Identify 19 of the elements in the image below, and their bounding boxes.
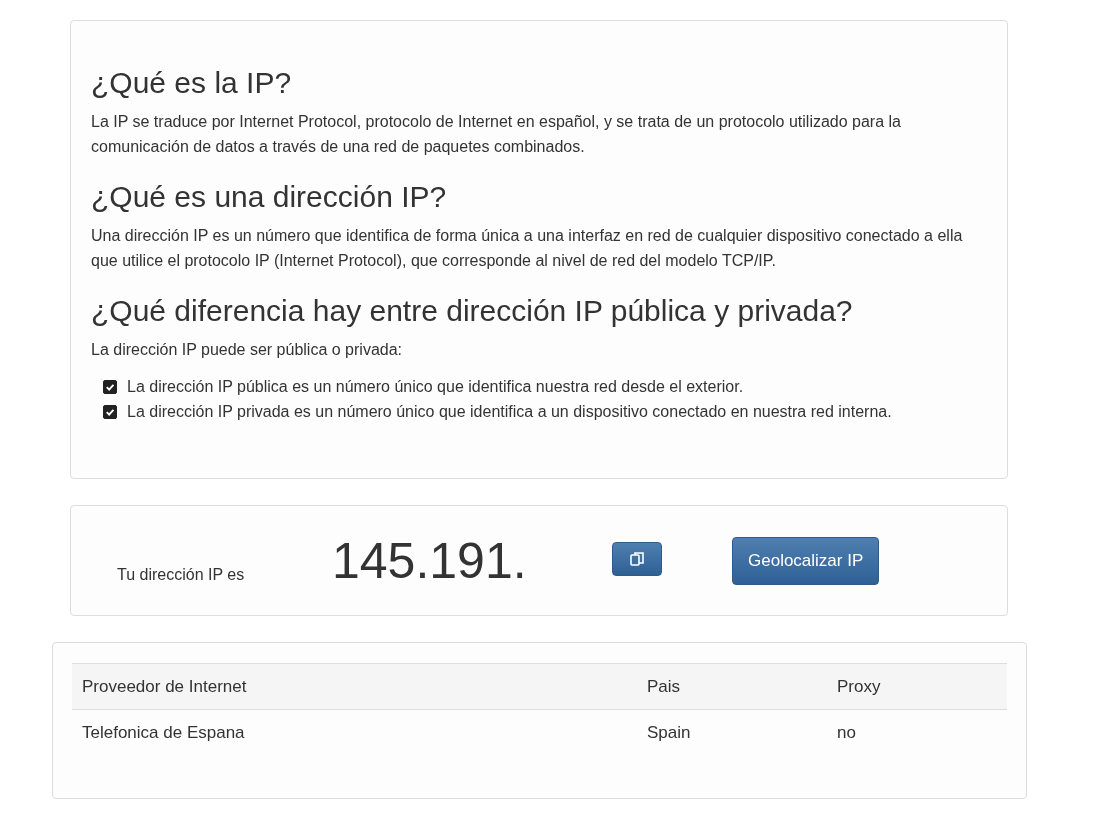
list-item-text: La dirección IP pública es un número único que identifica nuestra red desde el exterior. [127,377,744,397]
copy-icon [629,550,645,567]
section-heading: ¿Qué es una dirección IP? [91,179,448,215]
column-header: Proxy [827,663,1007,710]
column-header: Pais [637,663,827,710]
copy-button[interactable] [612,541,662,576]
paragraph: La dirección IP puede ser pública o privada: [91,340,403,360]
column-header: Proveedor de Internet [72,663,637,710]
ip-label: Tu dirección IP es [117,565,246,584]
section-heading: ¿Qué es la IP? [91,65,293,101]
list-item-text: La dirección IP privada es un número único que identifica a un dispositivo conectado en nuestra red interna. [127,402,892,422]
paragraph: Una dirección IP es un número que identifica de forma única a una interfaz en red de cualquier dispositivo conectado a ella que utilice el protocolo IP (Internet Protocol), que corresponde al nivel de red del modelo TCP/IP. [91,226,964,271]
table-cell: Spain [637,709,827,755]
table-cell: Telefonica de Espana [72,709,637,755]
paragraph: La IP se traduce por Internet Protocol, protocolo de Internet en español, y se trata de un protocolo utilizado para la comunicación de datos a través de una red de paquetes combinados. [91,112,902,157]
geolocate-button[interactable]: Geolocalizar IP [732,536,880,585]
section-heading: ¿Qué diferencia hay entre dirección IP pública y privada? [91,293,854,329]
table-cell: no [827,709,1007,755]
ip-address: 145.191. [332,531,528,590]
